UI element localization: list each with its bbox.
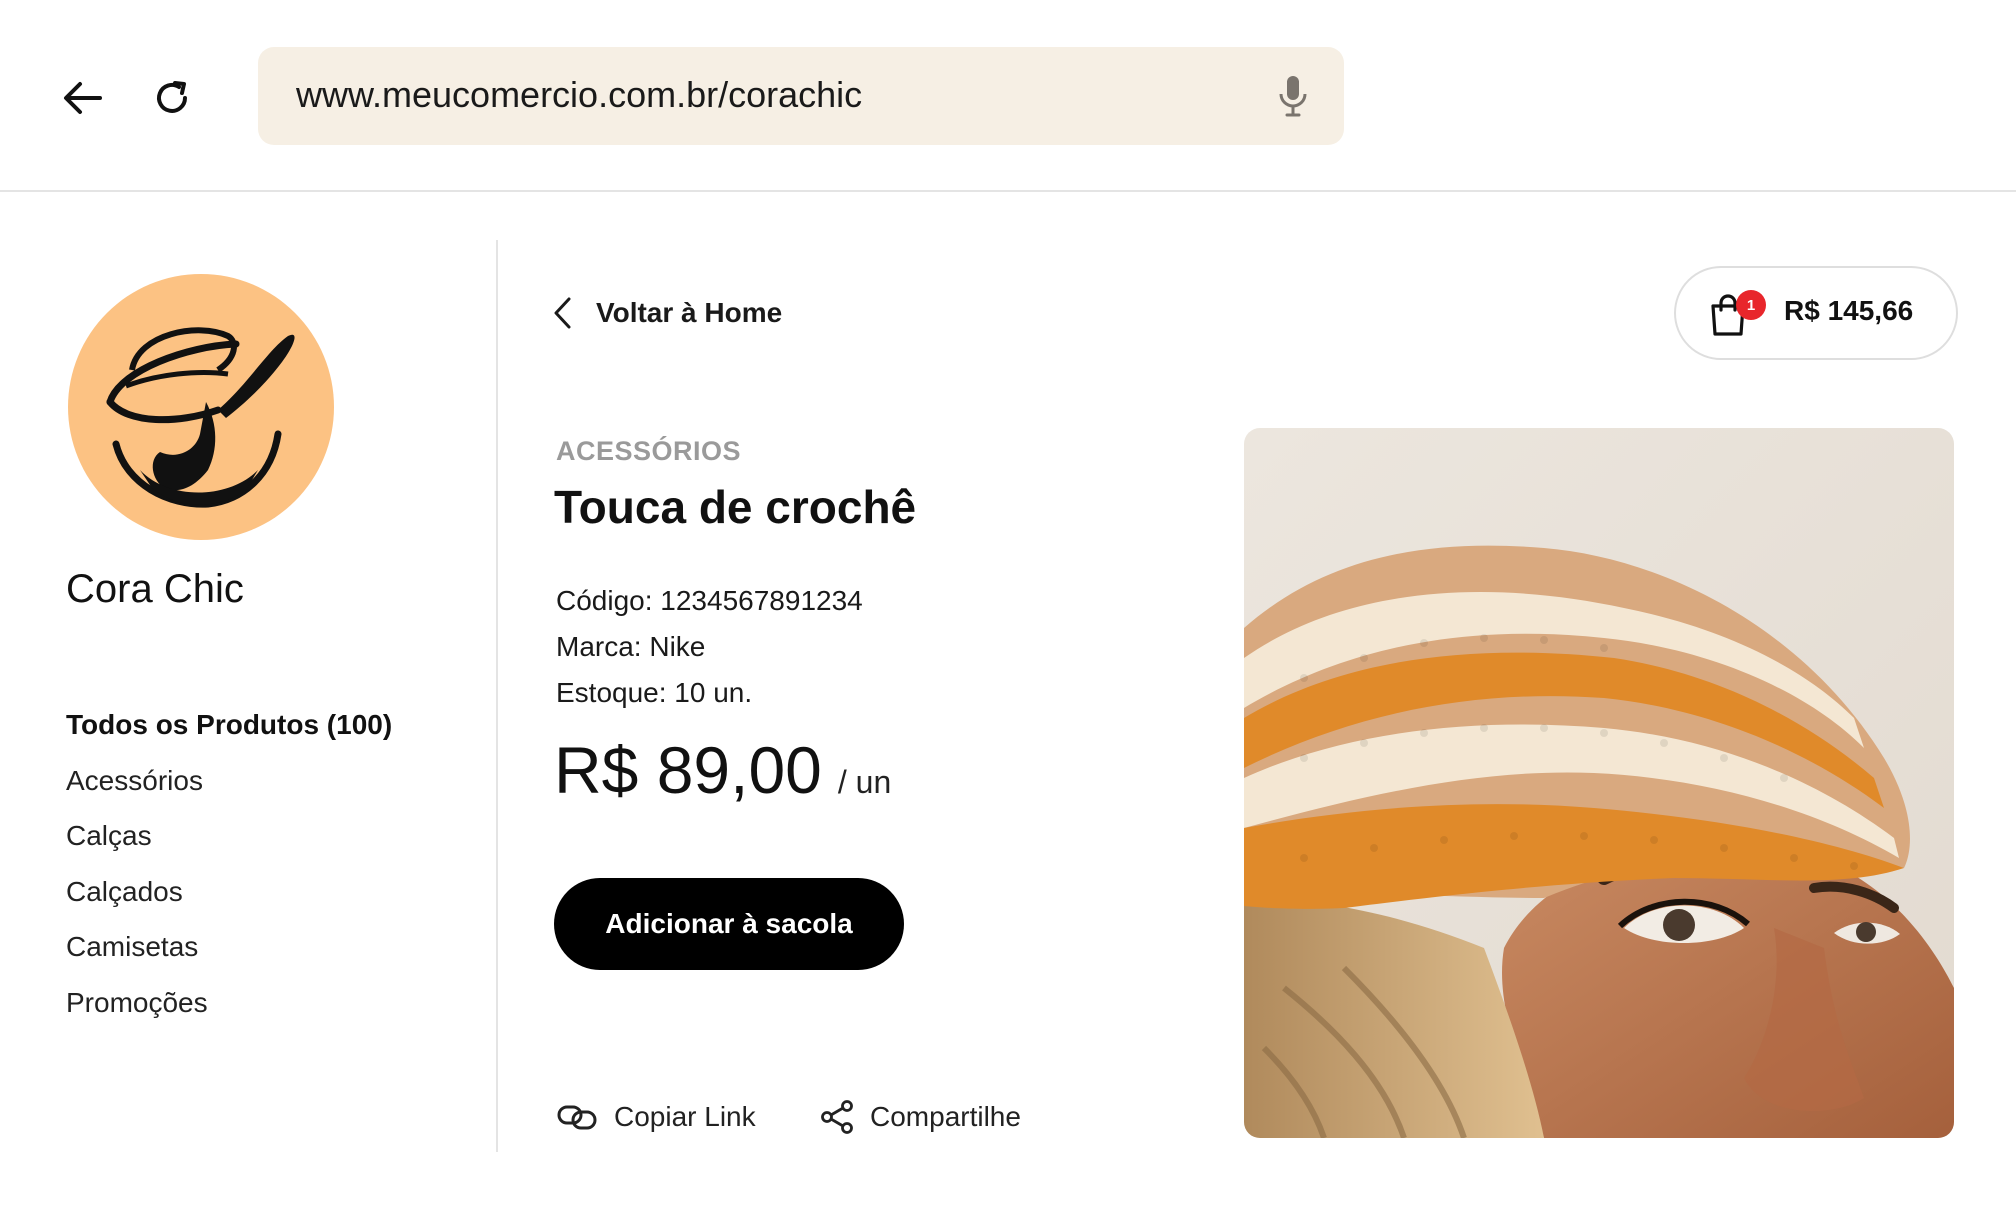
address-bar[interactable] <box>258 47 1344 145</box>
share-button[interactable]: Compartilhe <box>820 1092 1021 1142</box>
category-promocoes[interactable]: Promoções <box>66 975 466 1031</box>
product-image <box>1244 428 1954 1138</box>
share-label: Compartilhe <box>870 1101 1021 1132</box>
category-list: Todos os Produtos (100) Acessórios Calça… <box>66 697 466 1030</box>
category-acessorios[interactable]: Acessórios <box>66 753 466 809</box>
chevron-left-icon <box>554 297 571 329</box>
category-calcados[interactable]: Calçados <box>66 864 466 920</box>
store-sidebar: Cora Chic Todos os Produtos (100) Acessó… <box>0 192 496 1152</box>
copy-link-button[interactable]: Copiar Link <box>556 1092 756 1142</box>
product-title: Touca de crochê <box>554 481 917 533</box>
product-price: R$ 89,00 <box>554 733 822 807</box>
product-specs: Código: 1234567891234 Marca: Nike Estoqu… <box>556 578 863 716</box>
reload-icon <box>157 81 187 113</box>
category-calcas[interactable]: Calças <box>66 808 466 864</box>
price-row: R$ 89,00 / un <box>554 732 891 808</box>
product-category: ACESSÓRIOS <box>556 436 742 466</box>
category-camisetas[interactable]: Camisetas <box>66 919 466 975</box>
copy-link-label: Copiar Link <box>614 1101 756 1132</box>
sidebar-divider <box>496 240 498 1152</box>
voice-search-button[interactable] <box>1268 71 1318 121</box>
woman-hat-logo-icon <box>106 327 295 508</box>
store-name: Cora Chic <box>66 567 244 611</box>
cart-count-badge: 1 <box>1736 290 1766 320</box>
back-to-home-label: Voltar à Home <box>596 297 783 328</box>
cart-button[interactable]: 1 R$ 145,66 <box>1674 266 1958 360</box>
back-to-home-link[interactable]: Voltar à Home <box>552 290 782 336</box>
add-to-bag-button[interactable]: Adicionar à sacola <box>554 878 904 970</box>
browser-reload-button[interactable] <box>144 70 200 126</box>
product-brand: Marca: Nike <box>556 631 706 662</box>
product-code: Código: 1234567891234 <box>556 585 863 616</box>
browser-toolbar <box>0 0 2016 192</box>
page: Cora Chic Todos os Produtos (100) Acessó… <box>0 0 2016 1209</box>
cart-total: R$ 145,66 <box>1784 295 1914 326</box>
url-input[interactable] <box>296 69 1196 121</box>
link-icon <box>557 1105 597 1130</box>
browser-back-button[interactable] <box>54 70 110 126</box>
store-logo <box>68 274 334 540</box>
share-icon <box>821 1100 853 1134</box>
price-unit: / un <box>837 764 892 800</box>
microphone-icon <box>1279 76 1307 117</box>
category-all-products[interactable]: Todos os Produtos (100) <box>66 697 466 753</box>
crochet-hat-photo <box>1244 428 1954 1138</box>
product-stock: Estoque: 10 un. <box>556 677 753 708</box>
arrow-left-icon <box>64 82 102 114</box>
